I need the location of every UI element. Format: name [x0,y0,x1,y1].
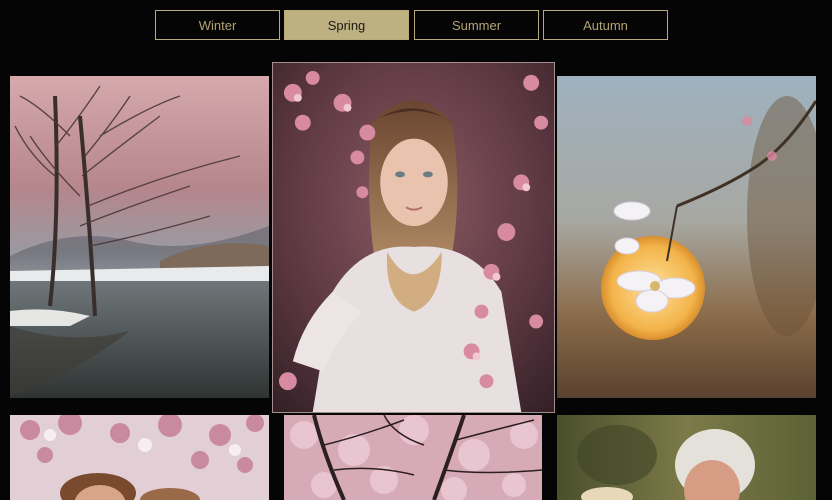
tab-spring[interactable]: Spring [284,10,409,40]
elderly-couple-photo[interactable] [557,415,816,500]
cherry-blossom-branches-photo[interactable] [284,415,542,500]
winter-trees-river-photo[interactable] [10,76,269,398]
tab-winter[interactable]: Winter [155,10,280,40]
couple-under-blossoms-photo[interactable] [10,415,269,500]
tab-autumn[interactable]: Autumn [543,10,668,40]
tab-summer[interactable]: Summer [414,10,539,40]
girl-with-blossoms-photo[interactable] [272,62,555,413]
blossom-against-sunset-photo[interactable] [557,76,816,398]
